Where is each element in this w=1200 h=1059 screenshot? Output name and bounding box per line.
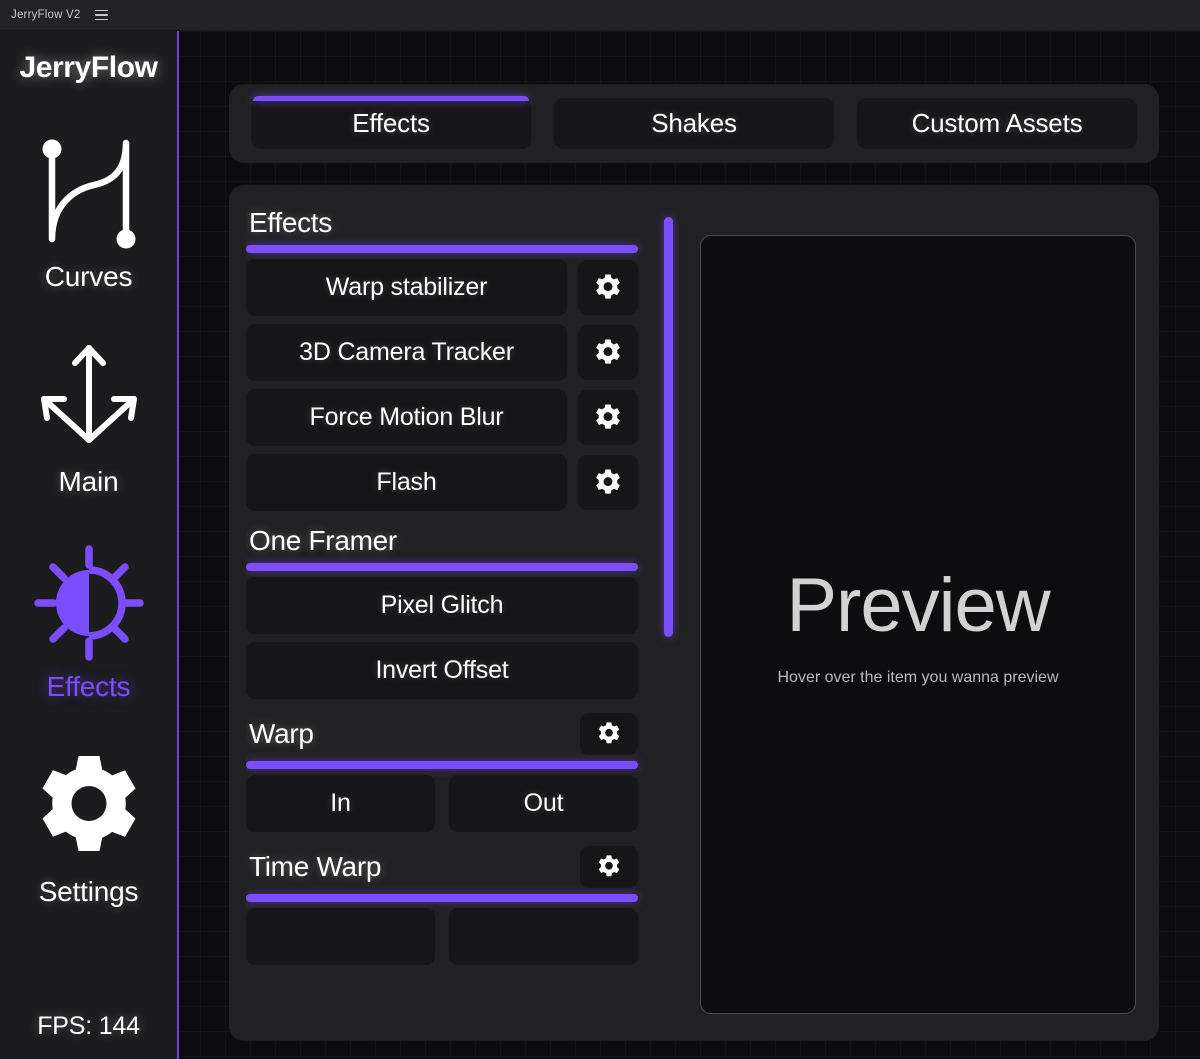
preview-area: Preview Hover over the item you wanna pr… <box>700 235 1136 1014</box>
warp-in-button[interactable]: In <box>246 775 435 832</box>
section-header-warp: Warp <box>246 713 638 755</box>
time-warp-option-b-button[interactable] <box>449 908 638 965</box>
section-header-time-warp: Time Warp <box>246 846 638 888</box>
tab-label: Custom Assets <box>912 108 1083 139</box>
tab-label: Effects <box>352 108 430 139</box>
list-item: In Out <box>246 775 638 832</box>
section-title: Effects <box>246 207 332 239</box>
section-header-one-framer: One Framer <box>246 525 638 557</box>
sidebar-nav: Curves <box>0 109 177 929</box>
list-item: Pixel Glitch <box>246 577 638 634</box>
effect-warp-stabilizer-settings-button[interactable] <box>578 260 638 315</box>
list-item: Warp stabilizer <box>246 259 638 316</box>
sidebar-item-label: Main <box>59 466 119 498</box>
section-title: One Framer <box>246 525 397 557</box>
gear-icon <box>593 403 623 433</box>
hamburger-menu-icon[interactable] <box>95 10 108 21</box>
sidebar-item-label: Curves <box>45 261 133 293</box>
sidebar-item-label: Settings <box>39 876 139 908</box>
section-time-warp-settings-button[interactable] <box>580 846 638 888</box>
section-divider <box>246 245 638 253</box>
fps-counter: FPS: 144 <box>0 1012 177 1041</box>
preview-title: Preview <box>786 562 1049 649</box>
curve-icon <box>30 131 148 255</box>
gear-icon <box>593 468 623 498</box>
sidebar: JerryFlow Curves <box>0 31 179 1059</box>
effects-list-viewport: Effects Warp stabilizer 3D Ca <box>246 207 658 1031</box>
sidebar-item-curves[interactable]: Curves <box>0 109 177 314</box>
preview-subtitle: Hover over the item you wanna preview <box>777 669 1058 687</box>
section-header-effects: Effects <box>246 207 638 239</box>
three-arrows-icon <box>30 336 148 460</box>
app-brand: JerryFlow <box>19 51 157 85</box>
tab-bar: Effects Shakes Custom Assets <box>229 84 1159 163</box>
gear-icon <box>593 273 623 303</box>
gear-icon <box>30 746 148 870</box>
section-title: Time Warp <box>246 851 381 883</box>
sidebar-item-settings[interactable]: Settings <box>0 724 177 929</box>
effect-invert-offset-button[interactable]: Invert Offset <box>246 642 638 699</box>
gear-icon <box>596 721 622 747</box>
main-content: Effects Shakes Custom Assets Effects <box>179 31 1200 1059</box>
effect-flash-settings-button[interactable] <box>578 455 638 510</box>
tab-custom-assets[interactable]: Custom Assets <box>857 98 1137 149</box>
effect-force-motion-blur-button[interactable]: Force Motion Blur <box>246 389 567 446</box>
effect-warp-stabilizer-button[interactable]: Warp stabilizer <box>246 259 567 316</box>
section-warp-settings-button[interactable] <box>580 713 638 755</box>
warp-out-button[interactable]: Out <box>449 775 638 832</box>
scrollbar-thumb[interactable] <box>664 217 673 637</box>
tab-shakes[interactable]: Shakes <box>554 98 834 149</box>
time-warp-option-a-button[interactable] <box>246 908 435 965</box>
list-item: Flash <box>246 454 638 511</box>
list-item <box>246 908 638 965</box>
section-divider <box>246 894 638 902</box>
tab-label: Shakes <box>651 108 737 139</box>
window-titlebar: JerryFlow V2 <box>0 0 1200 31</box>
sidebar-item-main[interactable]: Main <box>0 314 177 519</box>
effects-list-scrollbar[interactable] <box>664 207 673 1031</box>
window-title: JerryFlow V2 <box>11 9 81 21</box>
effect-flash-button[interactable]: Flash <box>246 454 567 511</box>
gear-icon <box>596 854 622 880</box>
sidebar-item-label: Effects <box>47 671 131 703</box>
sidebar-item-effects[interactable]: Effects <box>0 519 177 724</box>
tab-effects[interactable]: Effects <box>251 98 531 149</box>
section-divider <box>246 563 638 571</box>
section-divider <box>246 761 638 769</box>
section-title: Warp <box>246 718 314 750</box>
effect-3d-camera-tracker-settings-button[interactable] <box>578 325 638 380</box>
list-item: Invert Offset <box>246 642 638 699</box>
brightness-icon <box>30 541 148 665</box>
effect-3d-camera-tracker-button[interactable]: 3D Camera Tracker <box>246 324 567 381</box>
effects-panel: Effects Warp stabilizer 3D Ca <box>229 185 1159 1041</box>
app-root: JerryFlow Curves <box>0 31 1200 1059</box>
list-item: Force Motion Blur <box>246 389 638 446</box>
effect-pixel-glitch-button[interactable]: Pixel Glitch <box>246 577 638 634</box>
effects-list: Effects Warp stabilizer 3D Ca <box>246 207 638 973</box>
gear-icon <box>593 338 623 368</box>
effect-force-motion-blur-settings-button[interactable] <box>578 390 638 445</box>
list-item: 3D Camera Tracker <box>246 324 638 381</box>
